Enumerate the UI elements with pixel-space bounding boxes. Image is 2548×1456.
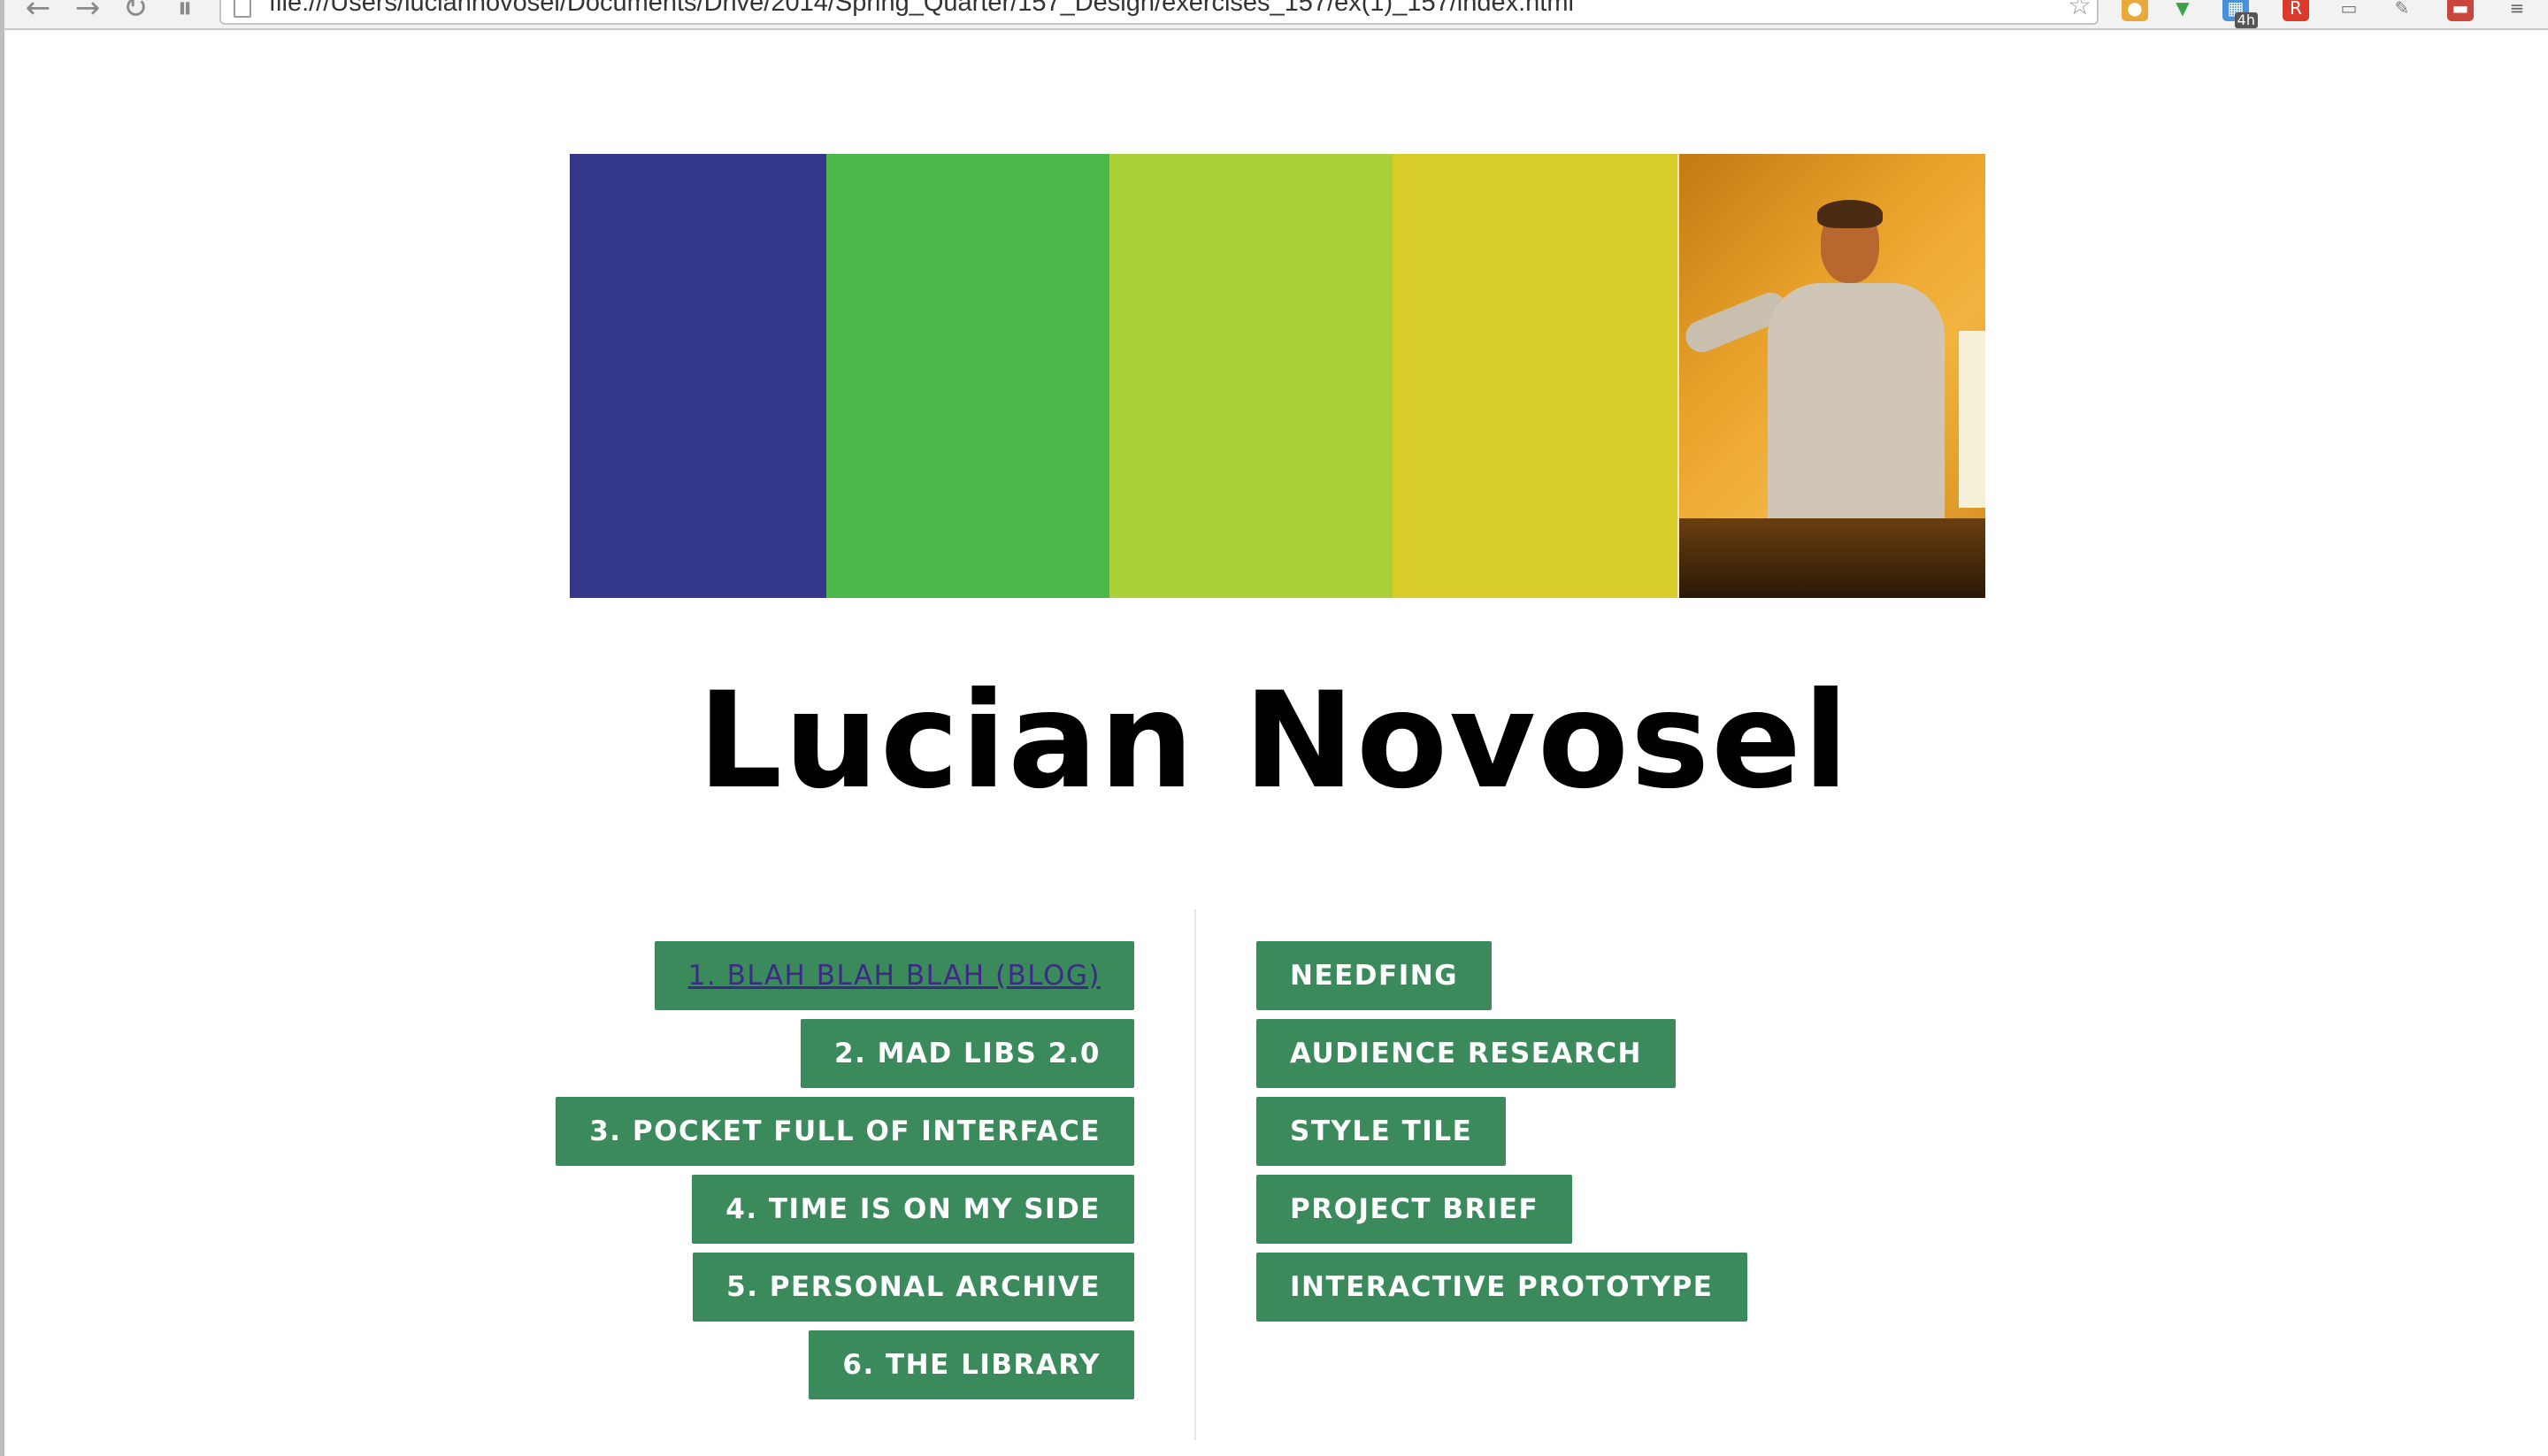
nav-button-blog[interactable]: 1. BLAH BLAH BLAH (BLOG) <box>654 941 1134 1010</box>
nav-button-style-tile[interactable]: STYLE TILE <box>1256 1097 1507 1166</box>
page-icon <box>234 0 251 18</box>
banner-stripe-lime <box>1109 154 1393 598</box>
bookmark-star-icon[interactable]: ☆ <box>2068 0 2091 19</box>
project-nav: NEEDFING AUDIENCE RESEARCH STYLE TILE PR… <box>1256 941 1747 1330</box>
banner-stripe-green <box>826 154 1109 598</box>
extension-r-icon[interactable]: R <box>2283 0 2309 21</box>
address-bar[interactable]: file:///Users/luciannovosel/Documents/Dr… <box>219 0 2099 25</box>
extension-flag-icon[interactable]: ▬ <box>2447 0 2474 21</box>
nav-button-pocket-full-of-interface[interactable]: 3. POCKET FULL OF INTERFACE <box>556 1097 1134 1166</box>
profile-photo <box>1677 154 1985 598</box>
hero-banner <box>570 154 1985 598</box>
browser-toolbar: ← → ↻ ⏸ file:///Users/luciannovosel/Docu… <box>0 0 2548 30</box>
back-arrow-icon[interactable]: ← <box>23 0 53 23</box>
reload-icon[interactable]: ↻ <box>120 0 150 23</box>
extension-orange-icon[interactable]: ● <box>2122 0 2148 21</box>
nav-button-the-library[interactable]: 6. THE LIBRARY <box>809 1330 1134 1399</box>
cast-icon[interactable]: ▭ <box>2336 0 2362 21</box>
url-text[interactable]: file:///Users/luciannovosel/Documents/Dr… <box>269 0 1574 16</box>
column-divider <box>1194 909 1196 1440</box>
photo-person-hair <box>1817 200 1883 228</box>
banner-stripe-yellow <box>1393 154 1677 598</box>
nav-button-needfing[interactable]: NEEDFING <box>1256 941 1493 1010</box>
photo-person-body <box>1768 283 1945 548</box>
nav-button-interactive-prototype[interactable]: INTERACTIVE PROTOTYPE <box>1256 1253 1747 1322</box>
wrench-icon[interactable]: ✎ <box>2389 0 2415 21</box>
extension-download-icon[interactable]: ▼ <box>2169 0 2196 21</box>
nav-button-audience-research[interactable]: AUDIENCE RESEARCH <box>1256 1019 1676 1088</box>
pause-icon[interactable]: ⏸ <box>170 0 200 23</box>
extension-calendar-icon[interactable]: ▦ 4h <box>2222 0 2258 28</box>
forward-arrow-icon[interactable]: → <box>73 0 103 23</box>
extension-badge: 4h <box>2234 12 2258 28</box>
exercises-nav: 1. BLAH BLAH BLAH (BLOG) 2. MAD LIBS 2.0… <box>556 941 1134 1408</box>
photo-floor <box>1679 518 1985 598</box>
banner-stripe-blue <box>570 154 826 598</box>
nav-button-time-is-on-my-side[interactable]: 4. TIME IS ON MY SIDE <box>692 1175 1134 1244</box>
photo-window <box>1959 331 1985 508</box>
page-title: Lucian Novosel <box>697 664 1851 818</box>
nav-button-mad-libs[interactable]: 2. MAD LIBS 2.0 <box>801 1019 1134 1088</box>
menu-icon[interactable]: ≡ <box>2504 0 2530 21</box>
nav-button-project-brief[interactable]: PROJECT BRIEF <box>1256 1175 1573 1244</box>
nav-button-personal-archive[interactable]: 5. PERSONAL ARCHIVE <box>693 1253 1134 1322</box>
